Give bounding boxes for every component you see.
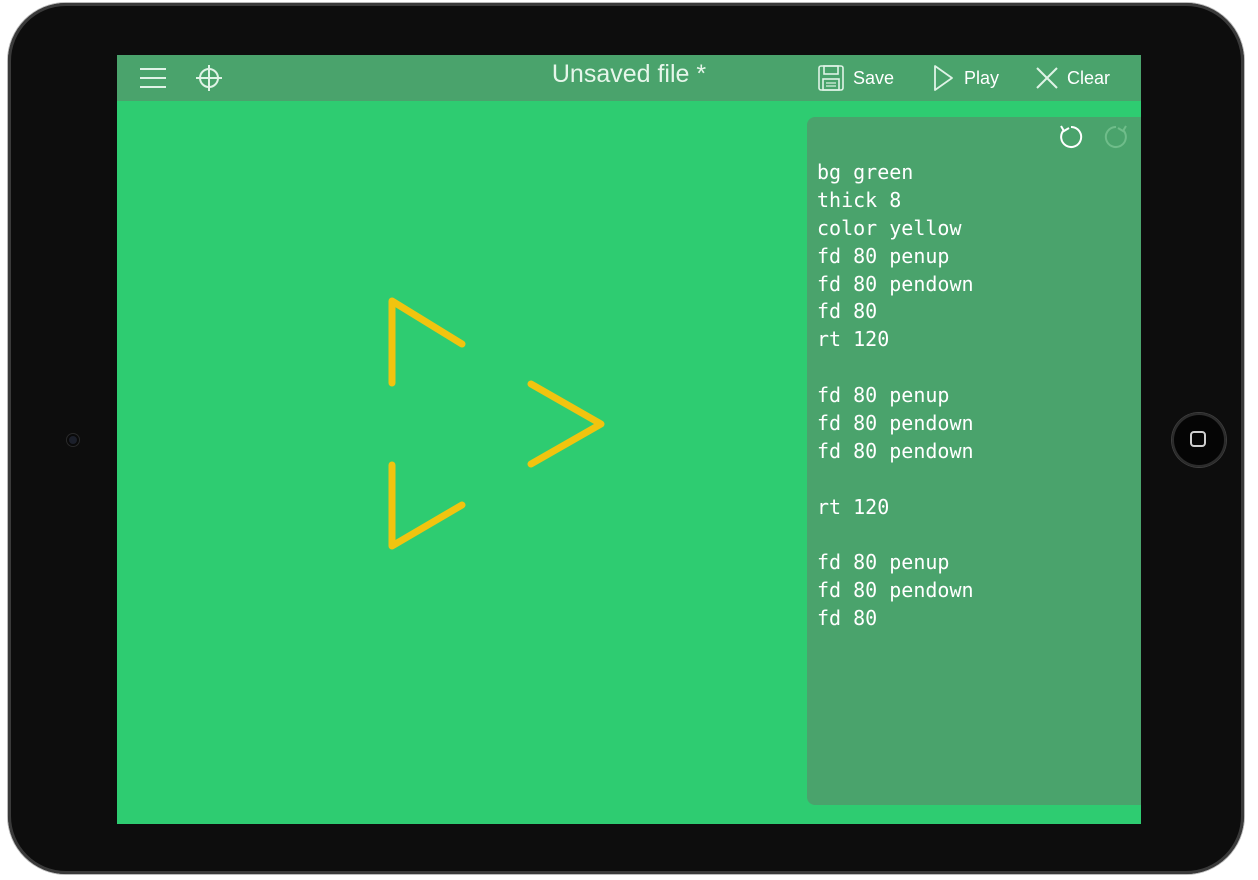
code-line[interactable]: fd 80 pendown [817,438,974,466]
code-line[interactable] [817,522,974,550]
code-line[interactable]: fd 80 penup [817,549,974,577]
code-lines: bg green thick 8 color yellow fd 80 penu… [817,159,974,633]
save-button[interactable]: Save [817,55,894,101]
drawn-segment [388,297,466,387]
play-label: Play [964,67,1000,88]
code-editor[interactable]: bg green thick 8 color yellow fd 80 penu… [807,117,1141,805]
clear-label: Clear [1067,67,1111,88]
code-line[interactable]: fd 80 penup [817,382,974,410]
code-line[interactable] [817,354,974,382]
undo-icon[interactable] [1057,122,1085,150]
toolbar: Unsaved file * Save Play Clear [117,55,1141,101]
close-icon [1036,67,1058,89]
code-line[interactable]: fd 80 [817,605,974,633]
crosshair-icon[interactable] [195,64,223,92]
home-button[interactable] [1172,413,1226,467]
home-square-icon [1190,431,1206,447]
menu-icon[interactable] [139,66,167,90]
code-line[interactable]: fd 80 penup [817,243,974,271]
code-line[interactable]: fd 80 [817,298,974,326]
code-line[interactable] [817,466,974,494]
code-line[interactable]: rt 120 [817,494,974,522]
code-line[interactable]: rt 120 [817,326,974,354]
code-line[interactable]: fd 80 pendown [817,410,974,438]
app-screen: Unsaved file * Save Play Clear bg green … [117,55,1141,824]
drawn-segment [527,380,605,468]
floppy-disk-icon [818,65,844,91]
play-icon [934,65,953,91]
code-line[interactable]: fd 80 pendown [817,577,974,605]
file-title: Unsaved file * [551,60,707,88]
code-line[interactable]: fd 80 pendown [817,271,974,299]
clear-button[interactable]: Clear [1035,55,1110,101]
code-line[interactable]: color yellow [817,215,974,243]
code-line[interactable]: bg green [817,159,974,187]
redo-icon[interactable] [1102,122,1130,150]
play-button[interactable]: Play [932,55,999,101]
drawn-segment [388,461,466,550]
drawing-canvas[interactable] [117,101,807,824]
save-label: Save [853,67,895,88]
camera-icon [67,434,79,446]
code-line[interactable]: thick 8 [817,187,974,215]
